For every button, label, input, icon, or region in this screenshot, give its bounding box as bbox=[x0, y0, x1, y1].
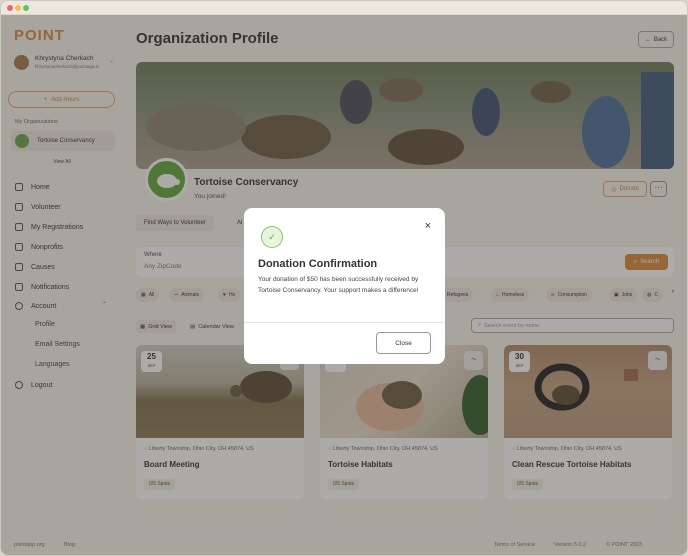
app-window: POINT Khrystyna Cherkach khrystynacherka… bbox=[0, 0, 688, 556]
modal-close-button[interactable]: Close bbox=[376, 332, 431, 354]
modal-divider bbox=[244, 322, 445, 323]
check-icon: ✓ bbox=[261, 226, 283, 248]
maximize-window-dot[interactable] bbox=[23, 5, 29, 11]
close-window-dot[interactable] bbox=[7, 5, 13, 11]
window-titlebar bbox=[1, 1, 687, 15]
close-icon[interactable]: × bbox=[425, 221, 431, 232]
minimize-window-dot[interactable] bbox=[15, 5, 21, 11]
donation-confirmation-modal: ✓ × Donation Confirmation Your donation … bbox=[244, 208, 445, 364]
modal-message: Your donation of $50 has been successful… bbox=[258, 276, 419, 294]
modal-title: Donation Confirmation bbox=[258, 258, 378, 270]
